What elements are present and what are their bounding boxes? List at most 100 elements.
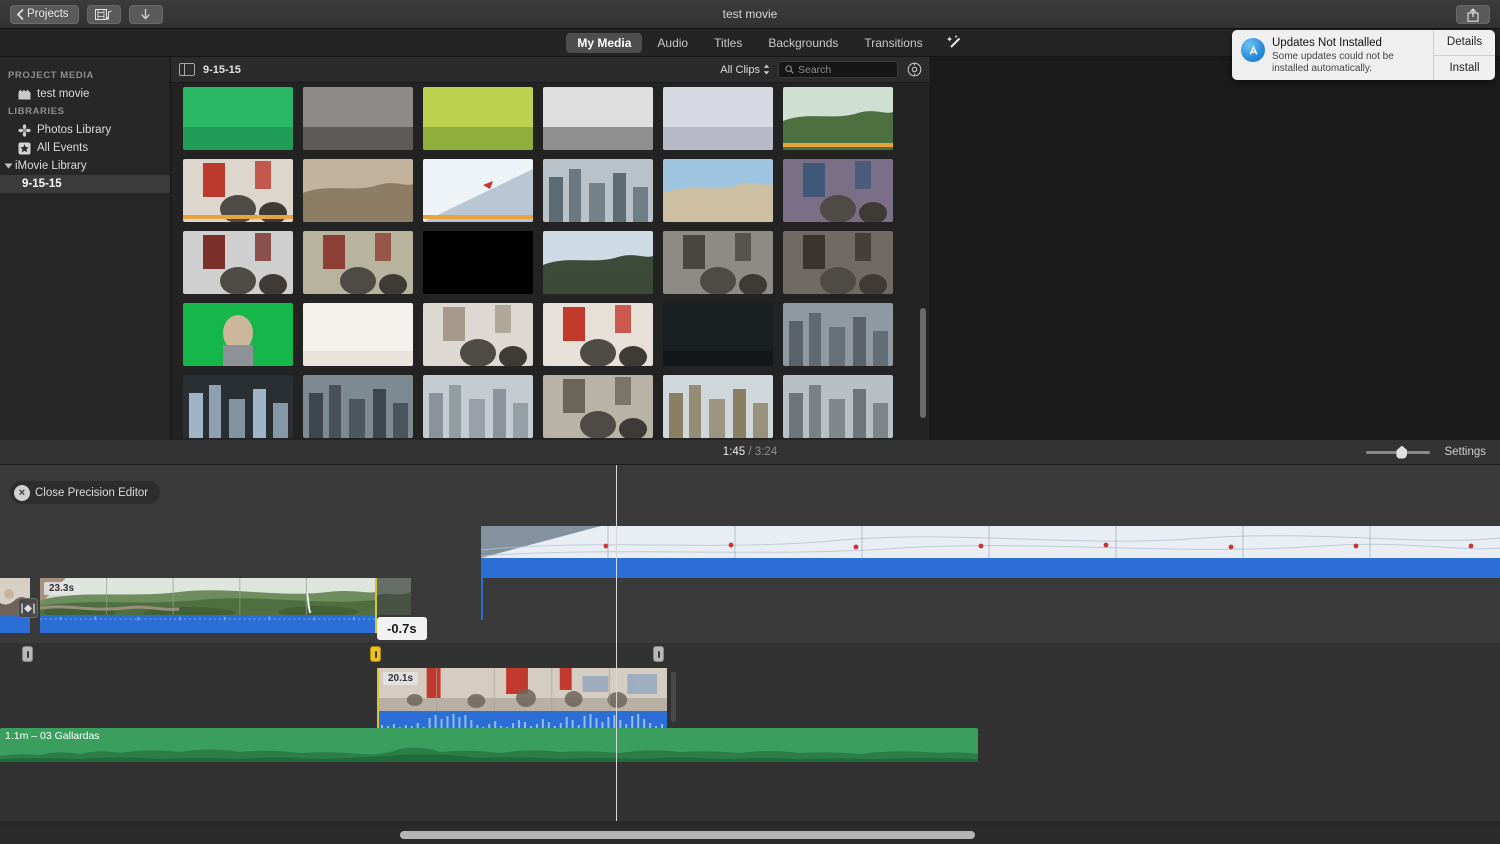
video-viewer bbox=[932, 57, 1500, 440]
media-thumbnail[interactable] bbox=[543, 231, 653, 294]
media-thumbnail[interactable] bbox=[183, 375, 293, 438]
music-waveform-shape bbox=[0, 740, 978, 762]
chevron-left-icon bbox=[16, 9, 24, 20]
notification-icon-wrap bbox=[1232, 30, 1272, 80]
tab-titles[interactable]: Titles bbox=[703, 33, 753, 53]
notification-details-button[interactable]: Details bbox=[1434, 30, 1495, 55]
timeline-connected-clip[interactable]: 20.1s bbox=[377, 668, 667, 733]
timecode-display: 1:45 / 3:24 bbox=[0, 446, 1500, 458]
media-thumbnail[interactable] bbox=[663, 375, 773, 438]
sidebar-item-all-events[interactable]: All Events bbox=[0, 139, 170, 157]
tab-backgrounds[interactable]: Backgrounds bbox=[757, 33, 849, 53]
libraries-sidebar: PROJECT MEDIA test movie LIBRARIES bbox=[0, 57, 171, 440]
chevron-down-icon[interactable] bbox=[5, 164, 13, 169]
lower-clip-trim-tail bbox=[377, 578, 411, 615]
connected-clip-trim-handle[interactable] bbox=[671, 672, 676, 722]
title-bar-left-controls: Projects bbox=[0, 5, 163, 24]
photos-flower-icon bbox=[18, 124, 31, 137]
marker-left[interactable] bbox=[22, 646, 33, 662]
media-thumbnail[interactable] bbox=[423, 159, 533, 222]
total-time: 3:24 bbox=[755, 446, 777, 458]
timeline-playhead[interactable] bbox=[616, 465, 617, 821]
timeline-scrollbar-track[interactable] bbox=[0, 826, 1500, 844]
magic-wand-icon[interactable] bbox=[946, 34, 964, 52]
mountain-valley-frames bbox=[40, 578, 375, 615]
media-thumbnail[interactable] bbox=[423, 231, 533, 294]
sidebar-item-event-9-15-15[interactable]: 9-15-15 bbox=[0, 175, 170, 193]
media-thumbnail[interactable] bbox=[183, 87, 293, 150]
share-up-arrow-icon bbox=[1467, 8, 1479, 22]
media-thumbnail[interactable] bbox=[183, 231, 293, 294]
media-thumbnail[interactable] bbox=[663, 303, 773, 366]
media-thumbnail[interactable] bbox=[543, 159, 653, 222]
close-precision-editor-label: Close Precision Editor bbox=[35, 487, 148, 499]
media-thumbnail[interactable] bbox=[183, 303, 293, 366]
tab-transitions[interactable]: Transitions bbox=[853, 33, 933, 53]
edit-point-handle-icon bbox=[21, 603, 35, 614]
sidebar-item-test-movie[interactable]: test movie bbox=[0, 85, 170, 103]
clip-filter-dropdown[interactable]: All Clips bbox=[720, 64, 770, 76]
sidebar-item-imovie-library[interactable]: iMovie Library bbox=[0, 157, 170, 175]
precision-lower-clip[interactable]: 23.3s bbox=[40, 578, 377, 633]
tab-audio[interactable]: Audio bbox=[646, 33, 699, 53]
film-music-icon bbox=[95, 8, 113, 21]
clip-filter-label: All Clips bbox=[720, 64, 760, 76]
media-thumbnail[interactable] bbox=[303, 231, 413, 294]
lower-clip-filmstrip bbox=[40, 578, 375, 615]
notification-banner[interactable]: Updates Not Installed Some updates could… bbox=[1232, 30, 1495, 80]
share-button[interactable] bbox=[1456, 5, 1490, 24]
timeline-zoom-slider[interactable] bbox=[1366, 451, 1430, 454]
media-thumbnail[interactable] bbox=[183, 159, 293, 222]
sidebar-item-label: Photos Library bbox=[37, 124, 111, 136]
media-thumbnail[interactable] bbox=[783, 375, 893, 438]
title-bar: Projects test movie bbox=[0, 0, 1500, 29]
timeline-toolbar: 1:45 / 3:24 Settings bbox=[0, 440, 1500, 465]
media-thumbnail[interactable] bbox=[783, 231, 893, 294]
star-icon bbox=[18, 142, 31, 155]
timeline-scrollbar-thumb[interactable] bbox=[400, 831, 975, 839]
media-thumbnail[interactable] bbox=[543, 303, 653, 366]
gear-icon[interactable] bbox=[906, 62, 922, 78]
notification-actions: Details Install bbox=[1433, 30, 1495, 80]
browser-event-name: 9-15-15 bbox=[203, 64, 241, 76]
music-waveform bbox=[0, 740, 978, 762]
close-precision-editor-button[interactable]: × Close Precision Editor bbox=[10, 481, 160, 504]
media-thumbnail[interactable] bbox=[663, 159, 773, 222]
lower-clip-duration-badge: 23.3s bbox=[44, 582, 79, 595]
sidebar-toggle-icon[interactable] bbox=[179, 63, 195, 76]
marker-edit-point[interactable] bbox=[370, 646, 381, 662]
media-thumbnail[interactable] bbox=[423, 87, 533, 150]
media-thumbnail[interactable] bbox=[783, 159, 893, 222]
trim-offset-tooltip: -0.7s bbox=[377, 617, 427, 640]
sidebar-item-photos-library[interactable]: Photos Library bbox=[0, 121, 170, 139]
notification-install-button[interactable]: Install bbox=[1434, 55, 1495, 81]
import-media-button[interactable] bbox=[129, 5, 163, 24]
precision-upper-clip[interactable] bbox=[481, 526, 1500, 578]
media-import-button[interactable] bbox=[87, 5, 121, 24]
search-input[interactable]: Search bbox=[778, 61, 898, 78]
media-thumbnail[interactable] bbox=[303, 375, 413, 438]
up-down-chevron-icon bbox=[763, 64, 770, 75]
media-thumbnail-grid[interactable] bbox=[171, 83, 930, 440]
clip-used-indicator bbox=[423, 215, 533, 219]
back-to-projects-button[interactable]: Projects bbox=[10, 5, 79, 24]
media-thumbnail[interactable] bbox=[543, 87, 653, 150]
media-thumbnail[interactable] bbox=[663, 87, 773, 150]
media-thumbnail[interactable] bbox=[303, 303, 413, 366]
media-thumbnail[interactable] bbox=[423, 303, 533, 366]
marker-right[interactable] bbox=[653, 646, 664, 662]
music-track-clip[interactable]: 1.1m – 03 Gallardas bbox=[0, 728, 978, 762]
media-thumbnail[interactable] bbox=[783, 87, 893, 150]
media-thumbnail[interactable] bbox=[783, 303, 893, 366]
tab-my-media[interactable]: My Media bbox=[566, 33, 642, 53]
media-thumbnail[interactable] bbox=[663, 231, 773, 294]
browser-scrollbar[interactable] bbox=[920, 308, 926, 418]
lower-clip-audio-waveform bbox=[40, 615, 375, 633]
edit-point-handle-button[interactable] bbox=[18, 598, 38, 618]
media-thumbnail[interactable] bbox=[303, 87, 413, 150]
notification-body: Updates Not Installed Some updates could… bbox=[1272, 30, 1433, 80]
media-thumbnail[interactable] bbox=[543, 375, 653, 438]
lower-waveform bbox=[40, 615, 375, 633]
media-thumbnail[interactable] bbox=[303, 159, 413, 222]
media-thumbnail[interactable] bbox=[423, 375, 533, 438]
